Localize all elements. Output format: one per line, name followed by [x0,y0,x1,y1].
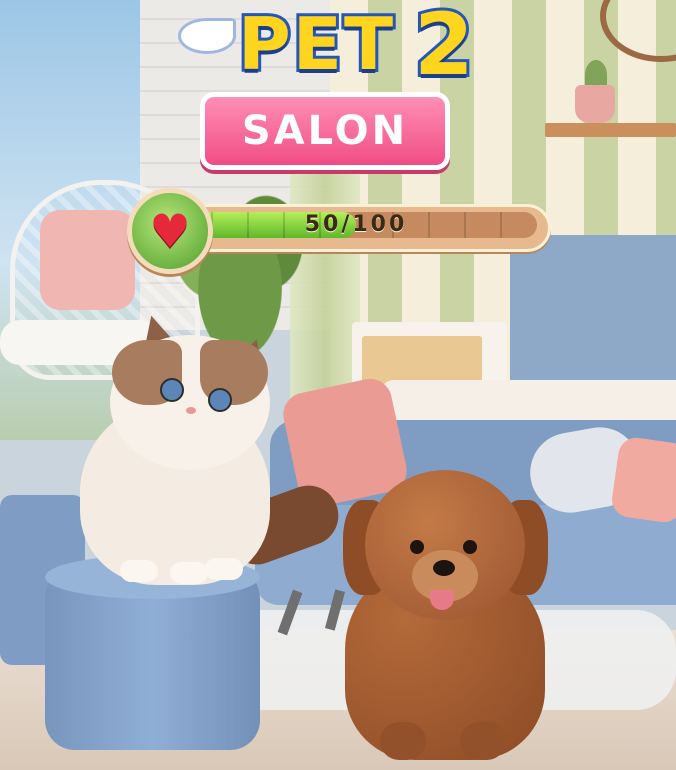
cat-paw [120,560,158,582]
logo-title-number: 2 [411,0,477,95]
wall-shelf [545,123,676,137]
wing-icon [178,18,236,54]
game-scene: PET 2 SALON 50/100 ♥ [0,0,676,770]
cat-nose [186,407,196,414]
hanging-chair-pillow [40,210,135,310]
pink-pillow-small [609,435,676,525]
logo-subtitle: SALON [241,108,409,154]
logo-banner: SALON [200,92,450,170]
game-logo: PET 2 SALON [178,0,498,175]
cat-eye [208,388,232,412]
cat-eye [160,378,184,402]
flower-pot [575,85,615,123]
heart-badge: ♥ [127,188,213,274]
heart-icon: ♥ [149,204,191,258]
affection-meter: 50/100 ♥ [127,188,551,274]
meter-value-label: 50/100 [304,212,408,237]
logo-title-word: PET [235,2,396,86]
cat-paw [205,558,243,580]
poodle-character[interactable] [340,465,550,765]
cat-paw [170,562,208,584]
